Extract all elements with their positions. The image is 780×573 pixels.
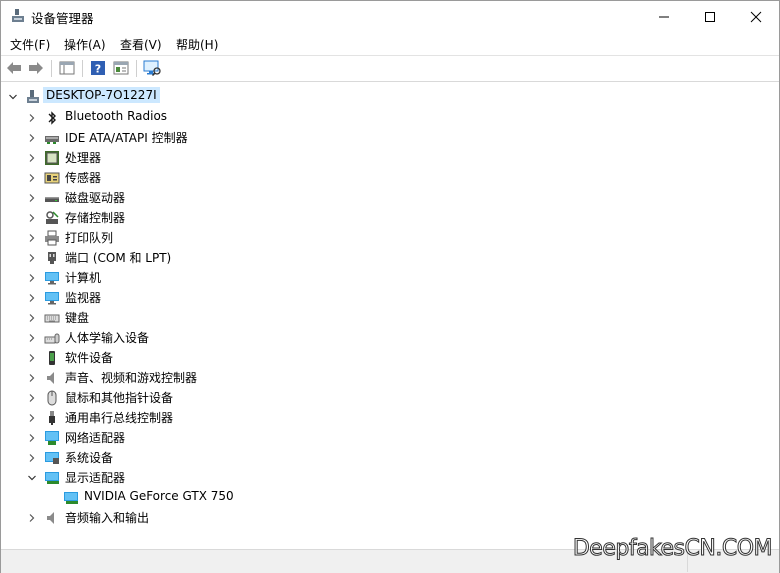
expand-collapse-chevron-icon[interactable] [27,453,37,463]
usb-icon [44,410,60,426]
device-manager-window: 设备管理器 文件(F) 操作(A) 查看(V) 帮助(H) ? DESKTOP-… [0,0,780,573]
hid-icon [44,330,60,346]
menu-action[interactable]: 操作(A) [64,36,106,53]
port-icon [44,250,60,266]
tree-item[interactable]: 音频输入和输出 [65,509,149,526]
expand-collapse-chevron-icon[interactable] [8,92,18,102]
tree-item[interactable]: 显示适配器 [65,469,125,486]
tree-item[interactable]: 存储控制器 [65,209,125,226]
expand-collapse-chevron-icon[interactable] [27,373,37,383]
expand-collapse-chevron-icon[interactable] [27,293,37,303]
device-manager-app-icon [10,8,26,24]
computer-icon [44,270,60,286]
title-bar[interactable]: 设备管理器 [1,1,779,32]
sound-icon [44,370,60,386]
tree-item[interactable]: 端口 (COM 和 LPT) [65,249,171,266]
close-button[interactable] [733,1,779,32]
bluetooth-icon [44,110,60,126]
tree-item[interactable]: 系统设备 [65,449,113,466]
expand-collapse-chevron-icon[interactable] [27,213,37,223]
expand-collapse-chevron-icon[interactable] [27,133,37,143]
menu-bar: 文件(F) 操作(A) 查看(V) 帮助(H) [1,32,779,56]
tree-item[interactable]: 声音、视频和游戏控制器 [65,369,197,386]
back-button[interactable] [4,59,24,77]
maximize-button[interactable] [687,1,733,32]
tree-item[interactable]: 网络适配器 [65,429,125,446]
tree-child-item[interactable]: NVIDIA GeForce GTX 750 [84,489,234,503]
tree-item[interactable]: 人体学输入设备 [65,329,149,346]
expand-collapse-chevron-icon[interactable] [27,473,37,483]
expand-collapse-chevron-icon[interactable] [27,413,37,423]
expand-collapse-chevron-icon[interactable] [27,173,37,183]
expand-collapse-chevron-icon[interactable] [27,193,37,203]
expand-collapse-chevron-icon[interactable] [27,313,37,323]
tree-item[interactable]: 传感器 [65,169,101,186]
expand-collapse-chevron-icon[interactable] [27,153,37,163]
toolbar-separator [82,60,83,77]
software-device-icon [44,350,60,366]
device-tree[interactable]: DESKTOP-7O1227I Bluetooth Radios IDE ATA/… [1,82,779,548]
tree-item[interactable]: 软件设备 [65,349,113,366]
tree-item[interactable]: 通用串行总线控制器 [65,409,173,426]
scan-hardware-button[interactable] [142,59,162,77]
tree-root[interactable]: DESKTOP-7O1227I [43,87,160,103]
watermark-text: DeepfakesCN.COM [572,536,773,562]
tree-item[interactable]: 键盘 [65,309,89,326]
display-adapter-icon [63,490,79,506]
tree-item[interactable]: 打印队列 [65,229,113,246]
menu-file[interactable]: 文件(F) [10,36,50,53]
ide-controller-icon [44,130,60,146]
mouse-icon [44,390,60,406]
tree-item[interactable]: Bluetooth Radios [65,109,167,123]
toolbar-separator [51,60,52,77]
keyboard-icon [44,310,60,326]
expand-collapse-chevron-icon[interactable] [27,333,37,343]
display-adapter-icon [44,470,60,486]
expand-collapse-chevron-icon[interactable] [27,233,37,243]
tree-item[interactable]: 鼠标和其他指针设备 [65,389,173,406]
properties-button[interactable] [111,59,131,77]
toolbar: ? [1,56,779,82]
audio-io-icon [44,510,60,526]
help-button[interactable]: ? [88,59,108,77]
expand-collapse-chevron-icon[interactable] [27,253,37,263]
menu-view[interactable]: 查看(V) [120,36,162,53]
expand-collapse-chevron-icon[interactable] [27,353,37,363]
storage-controller-icon [44,210,60,226]
expand-collapse-chevron-icon[interactable] [27,273,37,283]
processor-icon [44,150,60,166]
tree-root-label: DESKTOP-7O1227I [43,87,160,103]
computer-root-icon [25,89,41,105]
system-device-icon [44,450,60,466]
tree-item[interactable]: IDE ATA/ATAPI 控制器 [65,129,188,146]
monitor-icon [44,290,60,306]
tree-item[interactable]: 计算机 [65,269,101,286]
expand-collapse-chevron-icon[interactable] [27,433,37,443]
svg-text:?: ? [95,63,101,76]
expand-collapse-chevron-icon[interactable] [27,513,37,523]
network-adapter-icon [44,430,60,446]
toolbar-separator [136,60,137,77]
tree-item[interactable]: 处理器 [65,149,101,166]
tree-item[interactable]: 监视器 [65,289,101,306]
sensor-icon [44,170,60,186]
expand-collapse-chevron-icon[interactable] [27,393,37,403]
tree-item[interactable]: 磁盘驱动器 [65,189,125,206]
minimize-button[interactable] [641,1,687,32]
show-hide-console-tree-button[interactable] [57,59,77,77]
forward-button[interactable] [26,59,46,77]
menu-help[interactable]: 帮助(H) [176,36,218,53]
expand-collapse-chevron-icon[interactable] [27,113,37,123]
disk-drive-icon [44,190,60,206]
window-title: 设备管理器 [31,11,94,26]
printer-icon [44,230,60,246]
